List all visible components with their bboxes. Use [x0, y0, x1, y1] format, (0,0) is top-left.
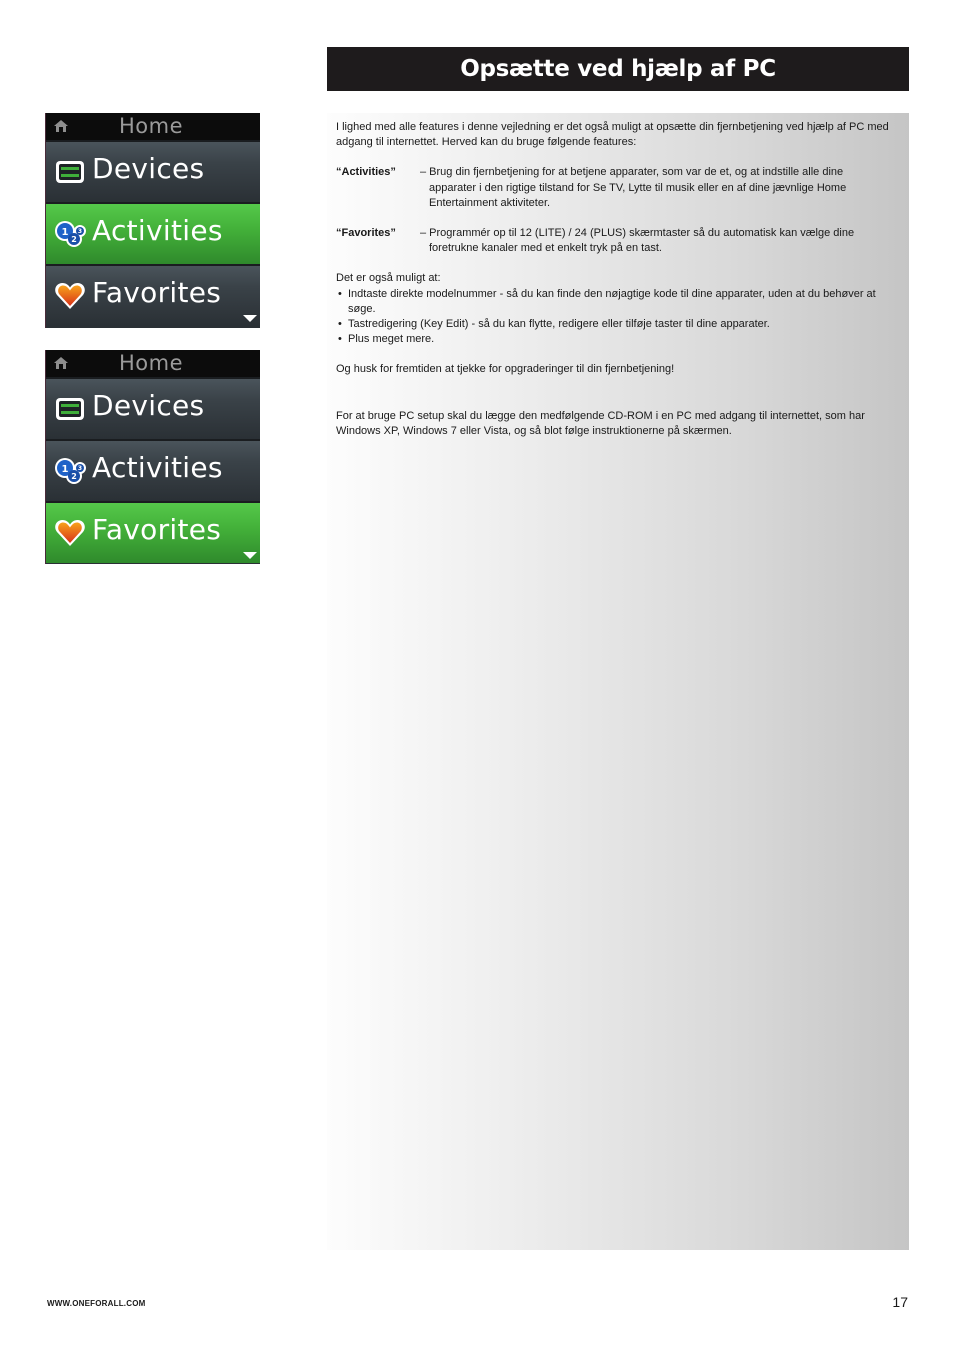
- list-item-text: Plus meget mere.: [348, 333, 435, 346]
- menu-item-devices[interactable]: Devices: [46, 377, 260, 439]
- feature-description: – Brug din fjernbetjening for at betjene…: [420, 166, 847, 209]
- menu-item-label: Devices: [92, 389, 205, 422]
- activities-icon: 1 2 3: [55, 458, 86, 484]
- menu-item-label: Favorites: [92, 513, 222, 546]
- devices-icon: [56, 398, 84, 420]
- menu-item-label: Activities: [92, 451, 223, 484]
- list-item-text: Indtaste direkte modelnummer - så du kan…: [348, 287, 876, 315]
- devices-icon: [56, 161, 84, 183]
- menu-item-label: Favorites: [92, 276, 222, 309]
- feature-favorites: “Favorites” – Programmér op til 12 (LITE…: [336, 226, 891, 256]
- menu-item-label: Activities: [92, 214, 223, 247]
- home-icon: [54, 357, 68, 369]
- svg-text:3: 3: [78, 465, 82, 472]
- activities-icon: 1 2 3: [55, 221, 86, 247]
- svg-text:1: 1: [62, 227, 69, 238]
- menu-item-label: Devices: [92, 152, 205, 185]
- feature-term: “Favorites”: [336, 227, 396, 240]
- page-number: 17: [892, 1294, 908, 1310]
- menu-item-activities[interactable]: 1 2 3 Activities: [46, 439, 260, 501]
- svg-text:2: 2: [71, 235, 77, 244]
- list-item-text: Tastredigering (Key Edit) - så du kan fl…: [348, 318, 770, 331]
- screen-header: Home: [46, 113, 260, 140]
- down-arrow-icon[interactable]: [243, 552, 257, 559]
- intro-paragraph: I lighed med alle features i denne vejle…: [336, 121, 889, 149]
- list-item: • Plus meget mere.: [336, 332, 891, 347]
- remote-screen-activities-selected: Home Devices 1 2 3 Activities Favorites: [45, 113, 260, 328]
- svg-text:1: 1: [62, 464, 69, 475]
- svg-text:3: 3: [78, 228, 82, 235]
- feature-description: – Programmér op til 12 (LITE) / 24 (PLUS…: [420, 227, 855, 255]
- screen-header: Home: [46, 350, 260, 377]
- menu-item-favorites[interactable]: Favorites: [46, 264, 260, 326]
- bullet-icon: •: [338, 318, 342, 331]
- bullet-icon: •: [338, 287, 342, 300]
- footer-website-link[interactable]: WWW.ONEFORALL.COM: [47, 1299, 146, 1308]
- feature-activities: “Activities” – Brug din fjernbetjening f…: [336, 165, 891, 211]
- page-title: Opsætte ved hjælp af PC: [460, 56, 776, 82]
- pc-setup-paragraph: For at bruge PC setup skal du lægge den …: [336, 409, 865, 437]
- menu-item-devices[interactable]: Devices: [46, 140, 260, 202]
- favorites-heart-icon: [55, 283, 85, 309]
- menu-item-favorites[interactable]: Favorites: [46, 501, 260, 563]
- feature-bullet-list: • Indtaste direkte modelnummer - så du k…: [336, 287, 891, 348]
- menu-item-activities[interactable]: 1 2 3 Activities: [46, 202, 260, 264]
- reminder-paragraph: Og husk for fremtiden at tjekke for opgr…: [336, 363, 675, 376]
- favorites-heart-icon: [55, 520, 85, 546]
- feature-term: “Activities”: [336, 166, 396, 179]
- section-title-bar: Opsætte ved hjælp af PC: [327, 47, 909, 91]
- content-panel: I lighed med alle features i denne vejle…: [327, 113, 909, 1250]
- down-arrow-icon[interactable]: [243, 315, 257, 322]
- screen-title: Home: [119, 114, 184, 138]
- list-item: • Indtaste direkte modelnummer - så du k…: [336, 287, 891, 317]
- screen-title: Home: [119, 351, 184, 375]
- remote-screen-favorites-selected: Home Devices 1 2 3 Activities Favorites: [45, 350, 260, 564]
- svg-text:2: 2: [71, 472, 77, 481]
- list-item: • Tastredigering (Key Edit) - så du kan …: [336, 317, 891, 332]
- bullet-icon: •: [338, 333, 342, 346]
- home-icon: [54, 120, 68, 132]
- also-heading: Det er også muligt at:: [336, 272, 441, 285]
